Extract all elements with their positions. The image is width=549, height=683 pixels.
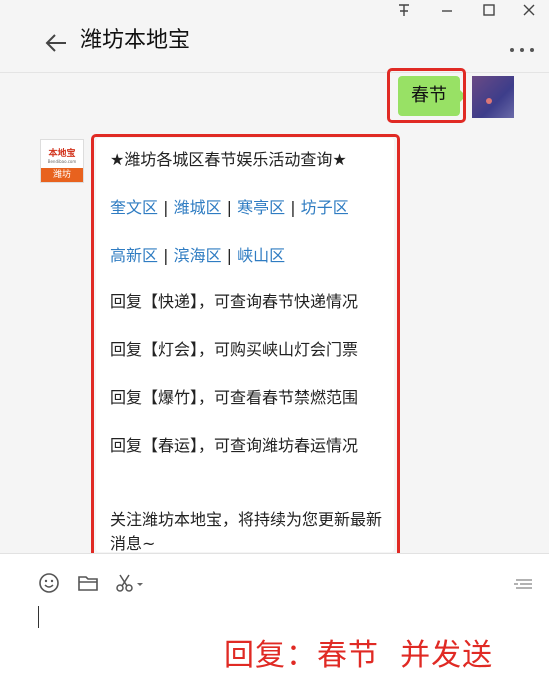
maximize-icon[interactable] xyxy=(475,2,503,22)
bot-avatar[interactable]: 本地宝 Bendibao.com 潍坊 xyxy=(40,139,84,183)
more-dots-icon[interactable] xyxy=(509,40,535,52)
reply-title: ★潍坊各城区春节娱乐活动查询★ xyxy=(110,150,347,169)
district-link-kuiwen[interactable]: 奎文区 xyxy=(110,198,158,217)
title-bar: 潍坊本地宝 xyxy=(0,0,549,73)
scissors-icon[interactable] xyxy=(114,571,146,597)
link-separator: | xyxy=(221,246,238,265)
district-links-row-1: 奎文区 | 潍城区 | 寒亭区 | 坊子区 xyxy=(110,196,382,220)
avatar-brand: 本地宝 xyxy=(48,149,76,159)
avatar-domain: Bendibao.com xyxy=(47,159,77,164)
district-link-gaoxin[interactable]: 高新区 xyxy=(110,246,158,265)
reply-line-travel: 回复【春运】，可查询潍坊春运情况 xyxy=(110,436,359,455)
folder-icon[interactable] xyxy=(76,571,102,597)
reply-footer: 关注潍坊本地宝，将持续为您更新最新消息~ xyxy=(110,510,383,553)
link-separator: | xyxy=(158,198,174,217)
district-link-binhai[interactable]: 滨海区 xyxy=(174,246,222,265)
minimize-icon[interactable] xyxy=(433,2,461,22)
avatar-dot xyxy=(486,98,492,104)
user-avatar[interactable] xyxy=(472,76,514,118)
reply-line-firecracker: 回复【爆竹】，可查看春节禁燃范围 xyxy=(110,388,359,407)
district-links-row-2: 高新区 | 滨海区 | 峡山区 xyxy=(110,244,382,268)
district-link-fangzi[interactable]: 坊子区 xyxy=(301,198,349,217)
emoji-icon[interactable] xyxy=(37,571,63,597)
district-link-hanting[interactable]: 寒亭区 xyxy=(237,198,285,217)
reply-line-express: 回复【快递】，可查询春节快递情况 xyxy=(110,292,359,311)
chat-title: 潍坊本地宝 xyxy=(80,28,191,53)
close-icon[interactable] xyxy=(515,2,543,22)
avatar-city: 潍坊 xyxy=(41,168,83,182)
district-link-xiashan[interactable]: 峡山区 xyxy=(237,246,285,265)
chat-history-icon[interactable] xyxy=(510,571,536,597)
pin-icon[interactable] xyxy=(390,2,418,22)
link-separator: | xyxy=(158,246,174,265)
back-arrow-icon[interactable] xyxy=(42,28,72,58)
instruction-caption: 回复：春节 并发送 xyxy=(224,638,494,673)
text-cursor xyxy=(38,606,39,628)
district-link-weicheng[interactable]: 潍城区 xyxy=(174,198,222,217)
highlight-box-my-message xyxy=(387,68,466,123)
link-separator: | xyxy=(285,198,301,217)
link-separator: | xyxy=(221,198,238,217)
reply-line-lantern: 回复【灯会】，可购买峡山灯会门票 xyxy=(110,340,359,359)
